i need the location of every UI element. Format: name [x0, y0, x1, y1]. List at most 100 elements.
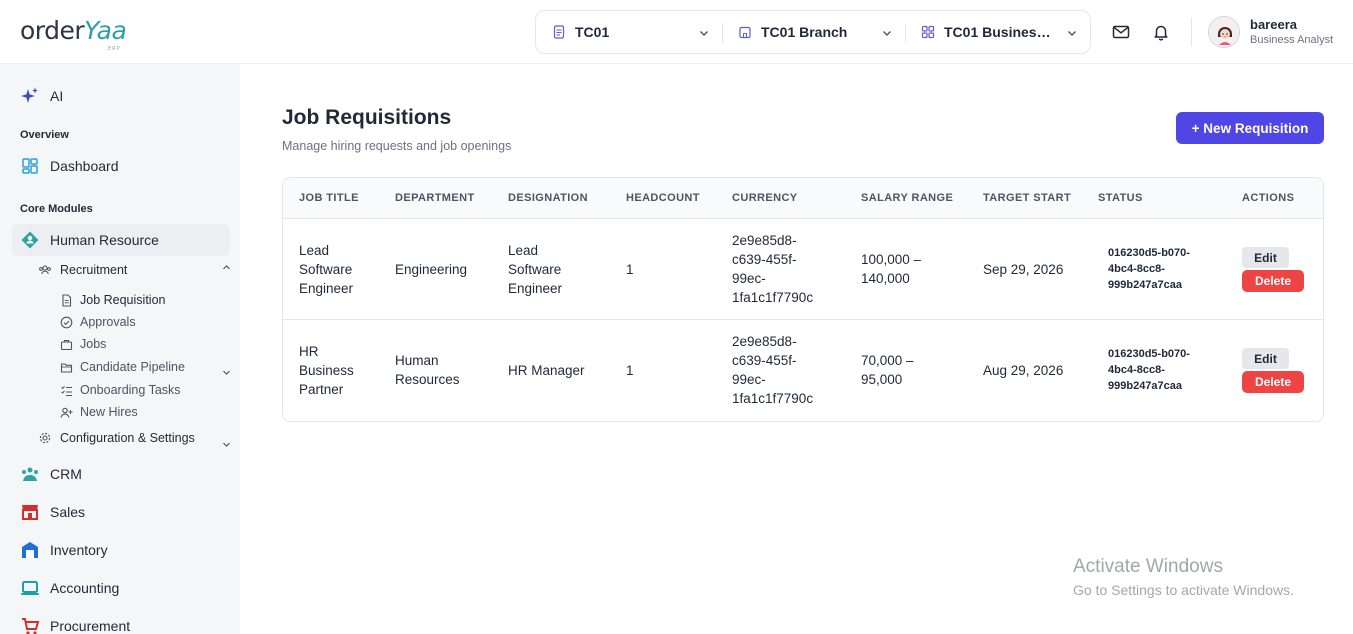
sidebar-item-label: Sales [50, 504, 86, 520]
cell-status: 016230d5-b070- 4bc4-8cc8- 999b247a7caa [1108, 346, 1190, 394]
check-circle-icon [60, 316, 73, 329]
sidebar-item-label: Job Requisition [80, 293, 166, 307]
table-row: HR Business Partner Human Resources HR M… [283, 320, 1323, 421]
cell-line: 1fa1c1f7790c [732, 391, 814, 406]
avatar[interactable] [1208, 16, 1240, 48]
activation-watermark-title: Activate Windows [1073, 556, 1223, 577]
cell-line: Lead [299, 243, 330, 258]
column-header: DESIGNATION [508, 192, 588, 204]
sidebar-item-onboarding-tasks[interactable]: Onboarding Tasks [60, 383, 181, 397]
sidebar-item-crm[interactable]: CRM [20, 464, 82, 484]
cell-headcount: 1 [626, 262, 634, 277]
sidebar-item-ai[interactable]: AI [20, 86, 63, 106]
column-header: CURRENCY [732, 192, 798, 204]
mail-icon[interactable] [1111, 22, 1131, 42]
logo-tag: ERP [108, 46, 121, 52]
chevron-down-icon[interactable] [222, 368, 231, 377]
column-header: ACTIONS [1242, 192, 1295, 204]
delete-button[interactable]: Delete [1242, 270, 1304, 292]
sidebar-item-accounting[interactable]: Accounting [20, 578, 119, 598]
sidebar-item-label: Onboarding Tasks [80, 383, 181, 397]
chevron-down-icon[interactable] [222, 440, 231, 449]
cell-line: 2e9e85d8- [732, 233, 797, 248]
sidebar-item-job-requisition[interactable]: Job Requisition [60, 293, 165, 307]
core-modules-heading: Core Modules [20, 203, 93, 215]
column-header: DEPARTMENT [395, 192, 475, 204]
cell-job-title: HR Business Partner [299, 342, 354, 399]
cell-line: Resources [395, 372, 460, 387]
activation-watermark-subtitle: Go to Settings to activate Windows. [1073, 582, 1294, 598]
sidebar-item-jobs[interactable]: Jobs [60, 337, 106, 351]
cell-line: Human [395, 353, 439, 368]
cell-line: Partner [299, 382, 344, 397]
logo-text-yaa: Yaa [84, 16, 127, 45]
sidebar-item-label: Human Resource [50, 232, 159, 248]
sidebar: AI Overview Dashboard Core Modules Human… [0, 64, 240, 634]
user-name[interactable]: bareera [1250, 17, 1297, 32]
edit-button[interactable]: Edit [1242, 348, 1289, 369]
sidebar-item-label: Approvals [80, 315, 136, 329]
cell-line: Software [508, 262, 562, 277]
top-bar: orderYaa ERP TC01 TC01 Branch TC01 Busin… [0, 0, 1353, 64]
context-selector-group: TC01 TC01 Branch TC01 Business ... [535, 10, 1091, 54]
cell-line: 999b247a7caa [1108, 279, 1183, 291]
requisitions-table: JOB TITLE DEPARTMENT DESIGNATION HEADCOU… [282, 177, 1324, 422]
delete-button[interactable]: Delete [1242, 371, 1304, 393]
cell-line: 140,000 [861, 271, 910, 286]
cell-line: c639-455f- [732, 252, 797, 267]
sidebar-item-human-resource[interactable]: Human Resource [12, 224, 230, 256]
cell-line: 4bc4-8cc8- [1108, 263, 1165, 275]
table-row: Lead Software Engineer Engineering Lead … [283, 219, 1323, 320]
sidebar-item-candidate-pipeline[interactable]: Candidate Pipeline [60, 360, 185, 374]
new-requisition-button[interactable]: + New Requisition [1176, 112, 1324, 144]
chevron-up-icon[interactable] [222, 263, 231, 272]
edit-button[interactable]: Edit [1242, 247, 1289, 268]
cell-line: 016230d5-b070- [1108, 247, 1190, 259]
sidebar-item-dashboard[interactable]: Dashboard [20, 156, 119, 176]
sidebar-item-sales[interactable]: Sales [20, 502, 85, 522]
cell-line: 99ec- [732, 271, 766, 286]
sidebar-item-approvals[interactable]: Approvals [60, 315, 136, 329]
checklist-icon [60, 384, 73, 397]
sidebar-item-recruitment[interactable]: Recruitment [38, 263, 127, 277]
sidebar-item-new-hires[interactable]: New Hires [60, 405, 138, 419]
user-plus-icon [60, 406, 73, 419]
header-divider [1191, 18, 1192, 46]
company-selector-label: TC01 [575, 24, 610, 40]
users-icon [38, 263, 52, 277]
sidebar-item-label: Accounting [50, 580, 120, 596]
sidebar-item-label: Recruitment [60, 263, 128, 277]
store-icon [20, 502, 40, 522]
cell-headcount: 1 [626, 363, 634, 378]
column-header: SALARY RANGE [861, 192, 954, 204]
cell-line: 4bc4-8cc8- [1108, 364, 1165, 376]
company-selector[interactable]: TC01 [536, 11, 722, 53]
cell-line: 1fa1c1f7790c [732, 290, 814, 305]
sidebar-item-inventory[interactable]: Inventory [20, 540, 108, 560]
cell-line: 70,000 – [861, 353, 914, 368]
cell-line: HR Manager [508, 363, 585, 378]
cell-line: Business [299, 363, 354, 378]
cell-line: 016230d5-b070- [1108, 348, 1190, 360]
sidebar-item-label: Configuration & Settings [60, 431, 195, 445]
bell-icon[interactable] [1151, 22, 1171, 42]
sidebar-item-label: Procurement [50, 618, 131, 634]
column-header: HEADCOUNT [626, 192, 700, 204]
chevron-down-icon [883, 31, 891, 36]
table-header: JOB TITLE DEPARTMENT DESIGNATION HEADCOU… [283, 178, 1323, 219]
human-resource-icon [20, 230, 40, 250]
column-header: JOB TITLE [299, 192, 359, 204]
cell-salary-range: 100,000 – 140,000 [861, 250, 921, 288]
business-selector[interactable]: TC01 Business ... [905, 11, 1090, 53]
cell-currency: 2e9e85d8- c639-455f- 99ec- 1fa1c1f7790c [732, 231, 813, 307]
branch-selector[interactable]: TC01 Branch [722, 11, 905, 53]
cell-job-title: Lead Software Engineer [299, 241, 353, 298]
orderyaa-logo[interactable]: orderYaa ERP [20, 16, 127, 52]
sidebar-item-configuration-settings[interactable]: Configuration & Settings [38, 431, 195, 445]
logo-text-order: order [20, 16, 85, 45]
cell-status: 016230d5-b070- 4bc4-8cc8- 999b247a7caa [1108, 245, 1190, 293]
sidebar-item-procurement[interactable]: Procurement [20, 616, 130, 634]
chevron-down-icon [1068, 31, 1076, 36]
cell-line: 95,000 [861, 372, 903, 387]
grid-icon [921, 25, 935, 39]
